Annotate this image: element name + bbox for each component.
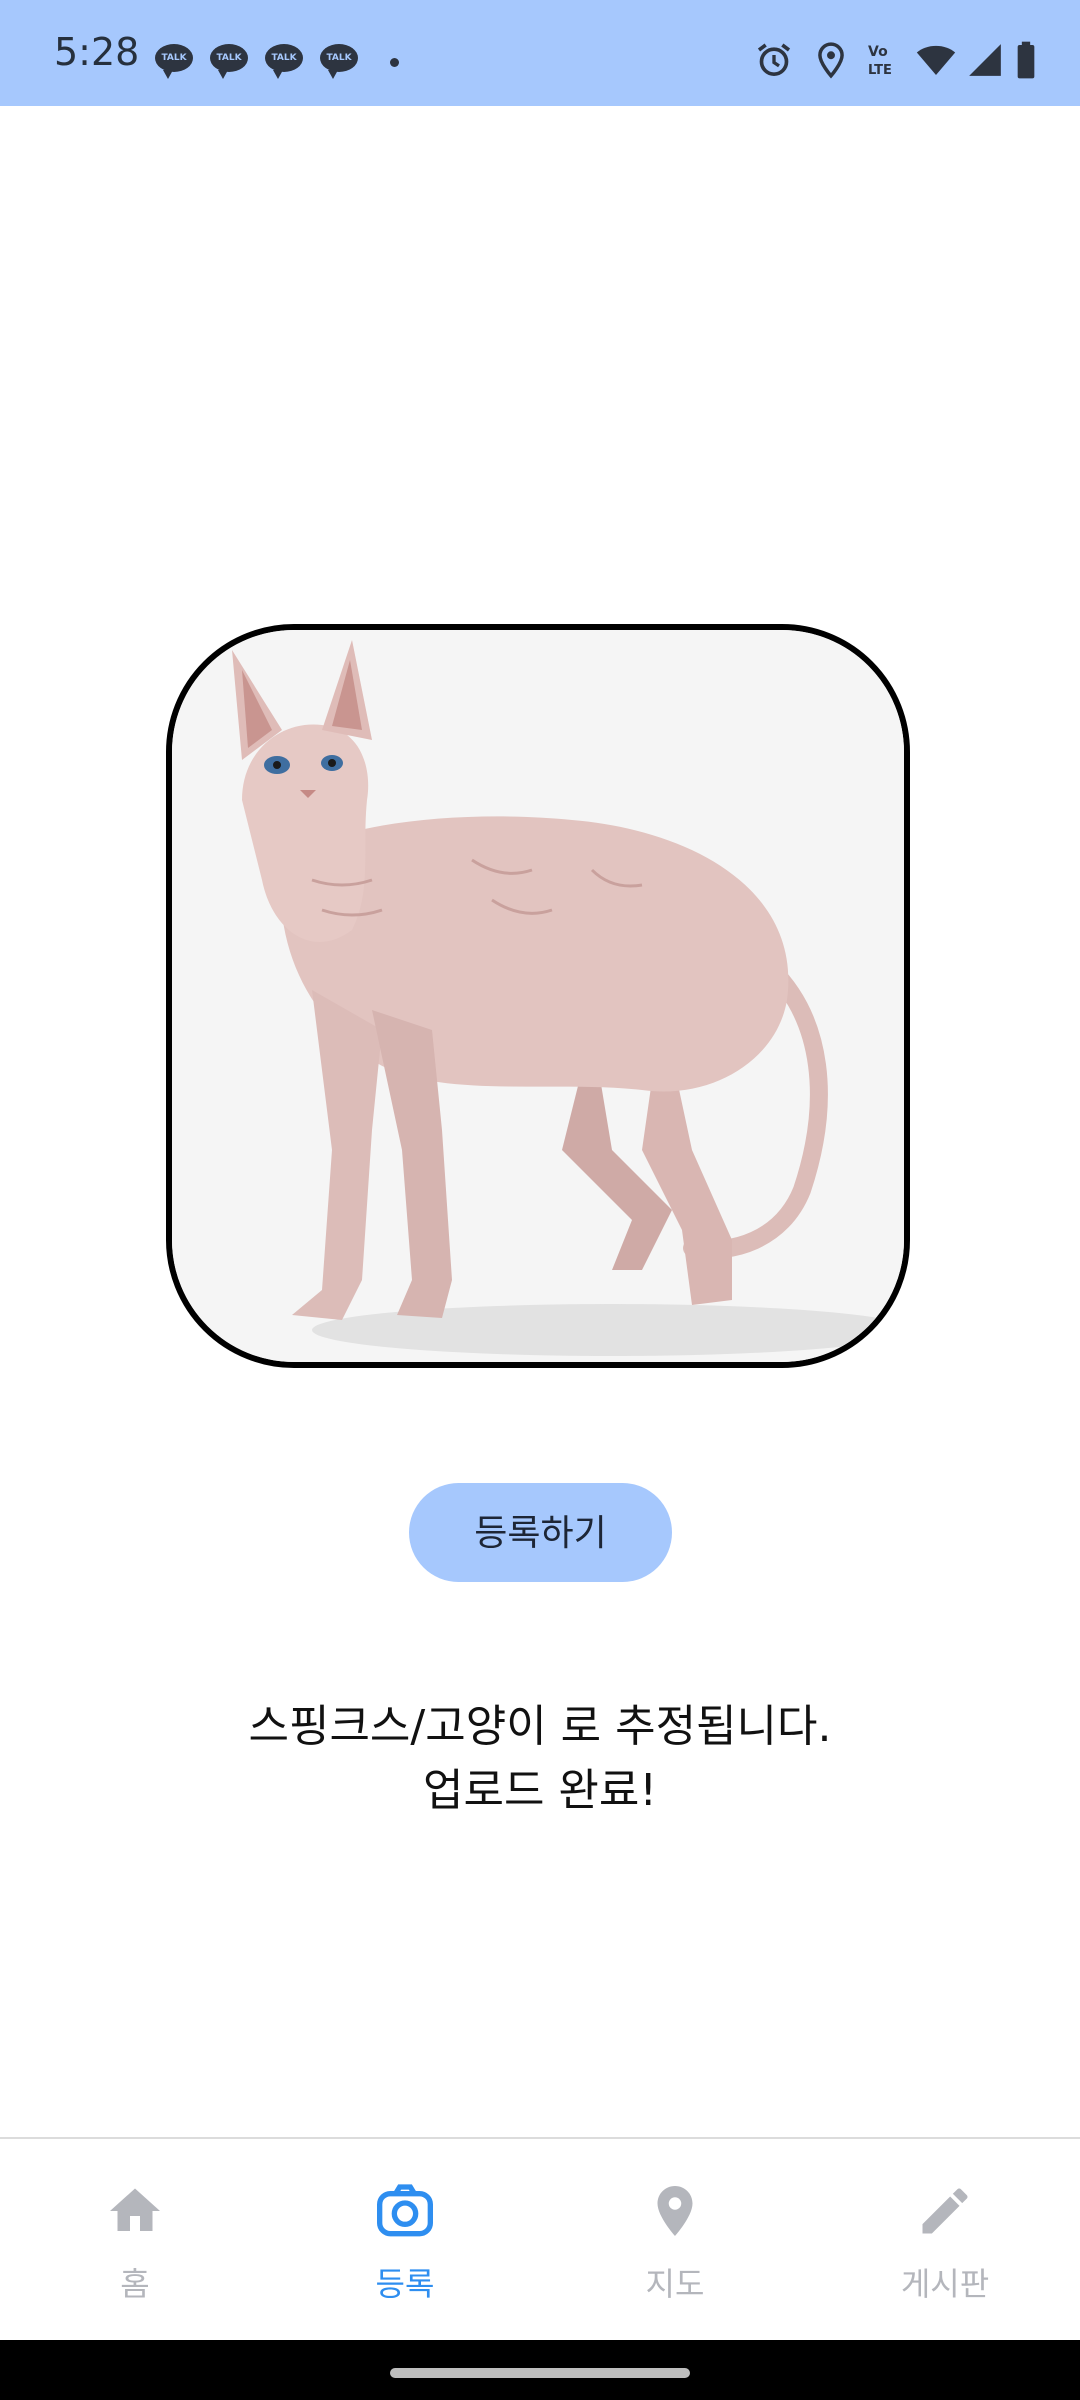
nav-label-register: 등록 <box>375 2265 435 2303</box>
kakaotalk-icon: TALK <box>210 44 248 79</box>
signal-icon <box>969 44 1001 76</box>
bottom-navigation: 홈 등록 지도 게시판 <box>0 2137 1080 2342</box>
prediction-text: 스핑크스/고양이 로 추정됩니다. <box>248 1701 832 1752</box>
gesture-handle[interactable] <box>390 2368 690 2378</box>
nav-label-map: 지도 <box>645 2265 705 2303</box>
alarm-icon <box>757 43 791 76</box>
status-time: 5:28 <box>54 30 140 74</box>
volte-icon: Vo LTE <box>868 44 892 78</box>
kakaotalk-icon: TALK <box>155 44 193 79</box>
kakaotalk-icon: TALK <box>265 44 303 79</box>
location-icon <box>818 42 844 79</box>
upload-status-text: 업로드 완료! <box>422 1765 658 1816</box>
pet-photo <box>166 624 910 1368</box>
nav-item-home[interactable]: 홈 <box>0 2139 270 2342</box>
battery-icon <box>1017 41 1035 79</box>
nav-item-register[interactable]: 등록 <box>270 2139 540 2342</box>
home-icon <box>110 2188 160 2231</box>
nav-label-board: 게시판 <box>900 2265 990 2303</box>
sphynx-cat-image <box>172 630 904 1362</box>
svg-text:LTE: LTE <box>868 63 892 78</box>
nav-label-home: 홈 <box>120 2265 150 2303</box>
svg-text:Vo: Vo <box>868 44 888 60</box>
wifi-icon <box>916 45 956 75</box>
nav-item-board[interactable]: 게시판 <box>810 2139 1080 2342</box>
camera-icon <box>377 2184 433 2237</box>
kakaotalk-icon: TALK <box>320 44 358 79</box>
more-notifications-dot-icon <box>390 58 399 67</box>
status-bar: 5:28 TALK TALK TALK TALK Vo LTE <box>0 0 1080 106</box>
prediction-result: 스핑크스/고양이 로 추정됩니다. 업로드 완료! <box>0 1695 1080 1823</box>
system-gesture-bar <box>0 2340 1080 2400</box>
pencil-icon <box>922 2188 968 2234</box>
register-button[interactable]: 등록하기 <box>409 1483 672 1582</box>
map-pin-icon <box>657 2186 693 2236</box>
nav-item-map[interactable]: 지도 <box>540 2139 810 2342</box>
